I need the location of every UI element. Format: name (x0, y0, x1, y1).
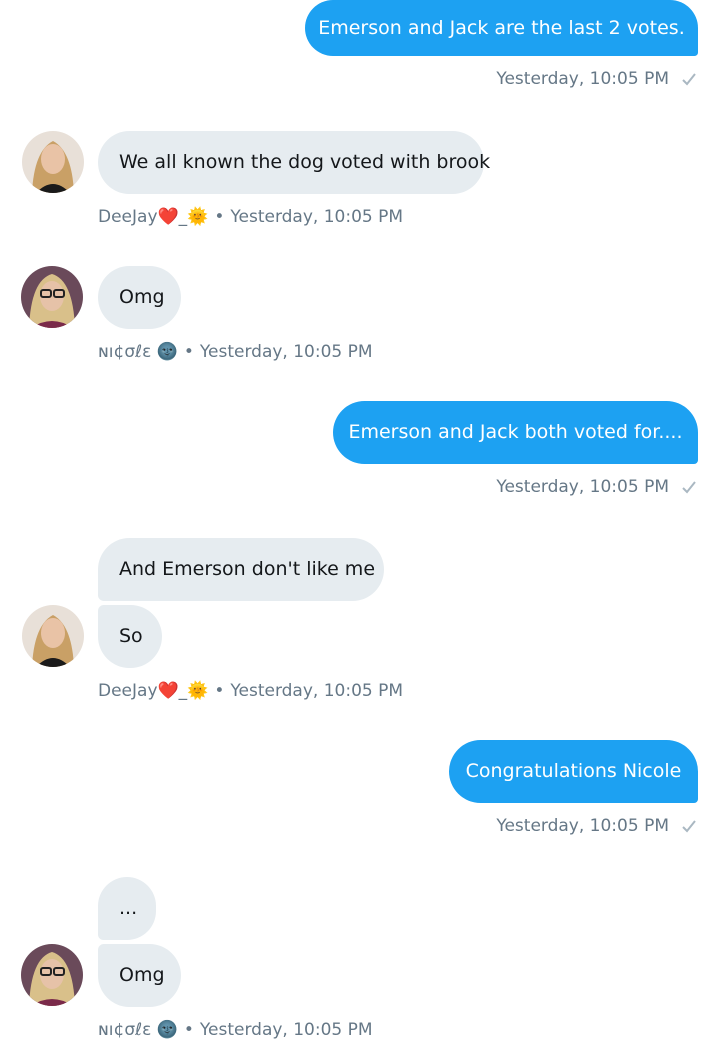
message-meta: DeeJay❤️_🌞 • Yesterday, 10:05 PM (98, 681, 403, 701)
message-text: ... (119, 897, 138, 919)
message-bubble-incoming[interactable]: So (98, 605, 162, 668)
message-text: Omg (119, 286, 165, 308)
timestamp: Yesterday, 10:05 PM (230, 681, 404, 701)
message-text: Emerson and Jack both voted for.... (348, 421, 683, 443)
message-bubble-outgoing[interactable]: Congratulations Nicole (449, 740, 698, 803)
message-text: And Emerson don't like me (119, 558, 376, 580)
message-bubble-incoming[interactable]: Omg (98, 266, 181, 329)
message-text: Congratulations Nicole (465, 760, 682, 782)
timestamp: Yesterday, 10:05 PM (496, 477, 669, 497)
avatar-deejay[interactable] (22, 605, 84, 667)
message-text: Emerson and Jack are the last 2 votes. (318, 16, 685, 39)
message-meta: ɴı¢σℓε 🌚 • Yesterday, 10:05 PM (98, 1020, 373, 1040)
avatar-nicole[interactable] (21, 266, 83, 328)
message-text: Omg (119, 964, 165, 986)
separator-dot: • (183, 342, 194, 362)
sender-name: DeeJay❤️_🌞 (98, 207, 209, 227)
message-meta: Yesterday, 10:05 PM (496, 477, 697, 497)
message-bubble-incoming[interactable]: Omg (98, 944, 181, 1007)
message-meta: Yesterday, 10:05 PM (496, 816, 697, 836)
checkmark-icon (682, 481, 696, 494)
avatar-deejay-image (22, 605, 84, 667)
sender-name: ɴı¢σℓε 🌚 (98, 342, 178, 362)
separator-dot: • (214, 207, 225, 227)
timestamp: Yesterday, 10:05 PM (230, 207, 404, 227)
avatar-deejay[interactable] (22, 131, 84, 193)
timestamp: Yesterday, 10:05 PM (199, 342, 373, 362)
message-bubble-outgoing[interactable]: Emerson and Jack both voted for.... (333, 401, 698, 464)
avatar-nicole-image (21, 944, 83, 1006)
message-meta: ɴı¢σℓε 🌚 • Yesterday, 10:05 PM (98, 342, 373, 362)
message-bubble-outgoing[interactable]: Emerson and Jack are the last 2 votes. (305, 0, 698, 56)
message-bubble-incoming[interactable]: And Emerson don't like me (98, 538, 384, 601)
avatar-nicole-image (21, 266, 83, 328)
timestamp: Yesterday, 10:05 PM (496, 69, 669, 89)
separator-dot: • (183, 1020, 194, 1040)
message-bubble-incoming[interactable]: ... (98, 877, 156, 940)
timestamp: Yesterday, 10:05 PM (199, 1020, 373, 1040)
avatar-deejay-image (22, 131, 84, 193)
sender-name: DeeJay❤️_🌞 (98, 681, 209, 701)
sender-name: ɴı¢σℓε 🌚 (98, 1020, 178, 1040)
checkmark-icon (682, 73, 696, 86)
message-meta: Yesterday, 10:05 PM (496, 69, 697, 89)
message-meta: DeeJay❤️_🌞 • Yesterday, 10:05 PM (98, 207, 403, 227)
message-text: We all known the dog voted with brook (119, 151, 491, 173)
message-bubble-incoming[interactable]: We all known the dog voted with brook (98, 131, 490, 194)
avatar-nicole[interactable] (21, 944, 83, 1006)
message-text: So (119, 625, 143, 647)
timestamp: Yesterday, 10:05 PM (496, 816, 669, 836)
separator-dot: • (214, 681, 225, 701)
checkmark-icon (682, 820, 696, 833)
